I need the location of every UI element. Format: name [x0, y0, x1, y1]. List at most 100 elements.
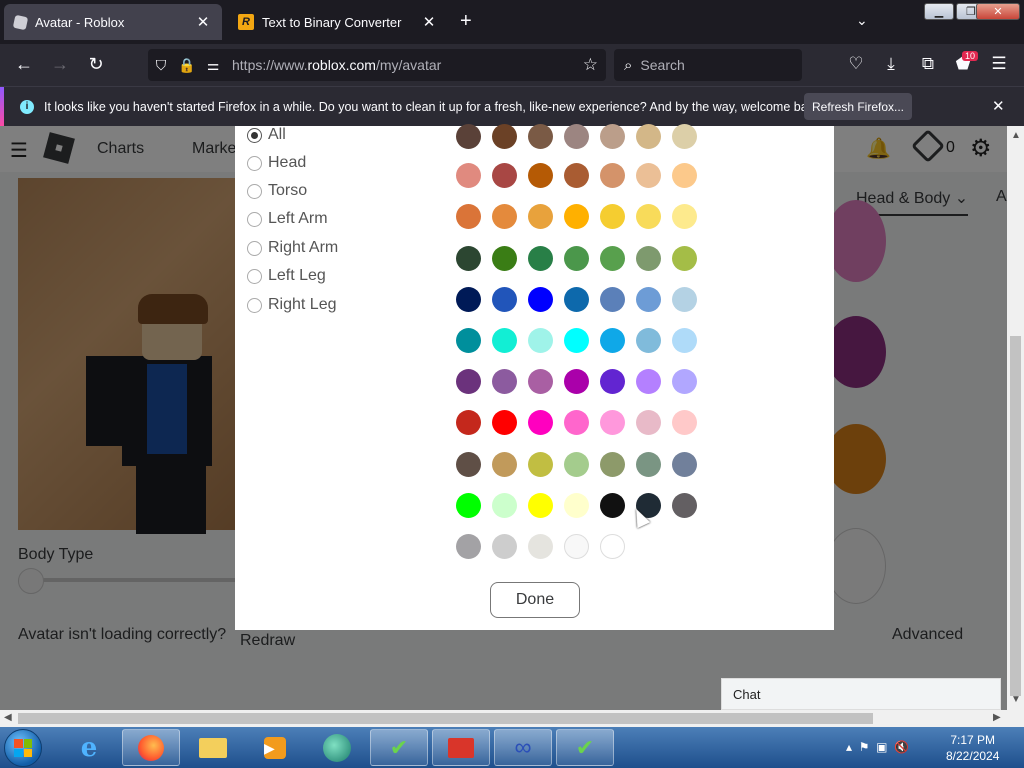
color-swatch[interactable] [636, 163, 661, 188]
radio-button[interactable] [247, 127, 262, 143]
minimize-window-button[interactable]: ▁ [924, 3, 954, 20]
color-swatch[interactable] [528, 493, 553, 518]
color-swatch[interactable] [528, 452, 553, 477]
color-swatch[interactable] [564, 410, 589, 435]
color-swatch[interactable] [672, 410, 697, 435]
color-swatch[interactable] [672, 328, 697, 353]
radio-button[interactable] [247, 240, 262, 256]
forward-arrow-icon[interactable]: → [48, 54, 72, 75]
close-window-button[interactable]: ✕ [976, 3, 1020, 20]
color-swatch[interactable] [564, 163, 589, 188]
color-swatch[interactable] [528, 328, 553, 353]
body-part-option[interactable]: Left Arm [247, 210, 328, 228]
body-part-option[interactable]: Head [247, 154, 306, 172]
body-part-option[interactable]: Left Leg [247, 267, 326, 285]
color-swatch[interactable] [564, 328, 589, 353]
color-swatch[interactable] [636, 410, 661, 435]
color-swatch[interactable] [600, 204, 625, 229]
color-swatch[interactable] [528, 246, 553, 271]
new-tab-icon[interactable]: + [460, 10, 472, 33]
color-swatch[interactable] [564, 287, 589, 312]
color-swatch[interactable] [456, 287, 481, 312]
radio-button[interactable] [247, 211, 262, 227]
scroll-up-icon[interactable]: ▲ [1011, 130, 1021, 141]
color-swatch[interactable] [636, 246, 661, 271]
color-swatch[interactable] [456, 328, 481, 353]
color-swatch[interactable] [528, 369, 553, 394]
close-tab-icon[interactable]: ✕ [420, 13, 438, 31]
tab-avatar-roblox[interactable]: Avatar - Roblox ✕ [4, 4, 222, 40]
horizontal-scrollbar[interactable]: ◀ ▶ [0, 710, 1007, 727]
url-bar[interactable]: ⛉ 🔒 ⚌ https://www.roblox.com/my/avatar ☆ [148, 49, 606, 81]
app-orb-icon[interactable] [308, 729, 366, 766]
scroll-left-icon[interactable]: ◀ [4, 712, 12, 723]
color-swatch[interactable] [528, 410, 553, 435]
firefox-taskbar-icon[interactable] [122, 729, 180, 766]
color-swatch[interactable] [456, 204, 481, 229]
color-swatch[interactable] [672, 124, 697, 149]
scroll-right-icon[interactable]: ▶ [993, 712, 1001, 723]
reload-icon[interactable]: ↻ [84, 54, 108, 75]
color-swatch[interactable] [600, 328, 625, 353]
pocket-icon[interactable]: ♡ [845, 54, 867, 74]
list-tabs-chevron-icon[interactable]: ⌄ [856, 12, 868, 29]
back-arrow-icon[interactable]: ← [12, 54, 36, 75]
refresh-firefox-button[interactable]: Refresh Firefox... [804, 93, 912, 120]
internet-explorer-icon[interactable]: e [60, 729, 118, 766]
start-button[interactable] [4, 729, 42, 767]
color-swatch[interactable] [672, 163, 697, 188]
color-swatch[interactable] [564, 452, 589, 477]
color-swatch[interactable] [492, 246, 517, 271]
color-swatch[interactable] [600, 124, 625, 149]
color-swatch[interactable] [492, 163, 517, 188]
color-swatch[interactable] [456, 410, 481, 435]
shield-icon[interactable]: ⛉ [148, 57, 174, 74]
color-swatch[interactable] [528, 204, 553, 229]
color-swatch[interactable] [600, 369, 625, 394]
color-swatch[interactable] [492, 328, 517, 353]
horizontal-scroll-thumb[interactable] [18, 713, 873, 724]
body-part-option[interactable]: All [247, 126, 286, 144]
color-swatch[interactable] [636, 369, 661, 394]
radio-button[interactable] [247, 155, 262, 171]
color-swatch[interactable] [636, 452, 661, 477]
color-swatch[interactable] [564, 124, 589, 149]
color-swatch[interactable] [528, 287, 553, 312]
file-explorer-icon[interactable] [184, 729, 242, 766]
downloads-icon[interactable]: ⤓ [880, 54, 902, 74]
color-swatch[interactable] [564, 534, 589, 559]
color-swatch[interactable] [564, 493, 589, 518]
color-swatch[interactable] [672, 246, 697, 271]
color-swatch[interactable] [672, 369, 697, 394]
color-swatch[interactable] [456, 124, 481, 149]
body-part-option[interactable]: Right Arm [247, 239, 338, 257]
color-swatch[interactable] [636, 124, 661, 149]
done-button[interactable]: Done [490, 582, 580, 618]
body-part-option[interactable]: Right Leg [247, 296, 337, 314]
color-swatch[interactable] [528, 163, 553, 188]
color-swatch[interactable] [636, 328, 661, 353]
body-part-option[interactable]: Torso [247, 182, 307, 200]
search-input[interactable]: ⌕ Search [614, 49, 802, 81]
color-swatch[interactable] [492, 534, 517, 559]
scroll-down-icon[interactable]: ▼ [1011, 694, 1021, 705]
taskbar-clock[interactable]: 7:17 PM 8/22/2024 [946, 732, 999, 764]
color-swatch[interactable] [600, 493, 625, 518]
color-swatch[interactable] [492, 493, 517, 518]
color-swatch[interactable] [492, 369, 517, 394]
color-swatch[interactable] [528, 534, 553, 559]
lock-icon[interactable]: 🔒 [174, 57, 200, 74]
color-swatch[interactable] [564, 204, 589, 229]
permissions-icon[interactable]: ⚌ [200, 57, 226, 74]
color-swatch[interactable] [600, 410, 625, 435]
chat-bar[interactable]: Chat [721, 678, 1001, 710]
color-swatch[interactable] [600, 452, 625, 477]
app-checklist-icon[interactable]: ✔ [370, 729, 428, 766]
color-swatch[interactable] [456, 163, 481, 188]
color-swatch[interactable] [492, 452, 517, 477]
color-swatch[interactable] [564, 369, 589, 394]
color-swatch[interactable] [456, 246, 481, 271]
color-swatch[interactable] [672, 287, 697, 312]
color-swatch[interactable] [672, 452, 697, 477]
color-swatch[interactable] [492, 287, 517, 312]
